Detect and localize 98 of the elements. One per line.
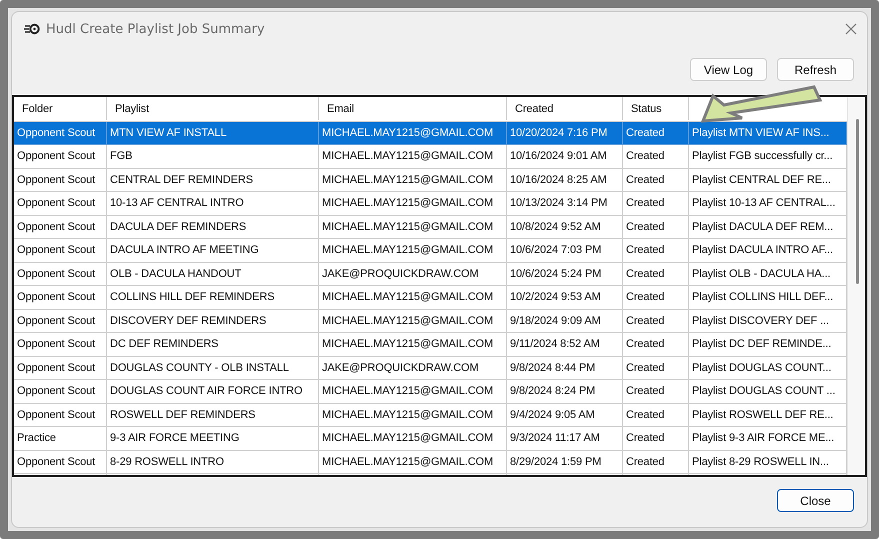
- table-cell: Created: [623, 286, 689, 310]
- table-row[interactable]: Opponent Scout DACULA INTRO AF MEETING MICHAEL.MAY1215@GMAIL.COM 10/6/2024 7:03 PM Created Playlist DACULA INTRO AF...: [14, 239, 847, 262]
- table-cell: Opponent Scout: [14, 122, 107, 145]
- table-cell: Created: [623, 310, 689, 333]
- table-cell: Opponent Scout: [14, 404, 107, 427]
- table-cell: CENTRAL DEF REMINDERS: [107, 168, 319, 192]
- table-cell: 10/2/2024 9:53 AM: [507, 286, 623, 310]
- table-cell: Created: [623, 450, 689, 474]
- table-cell: 8/29/2024 1:59 PM: [507, 450, 623, 474]
- app-logo-icon: [24, 23, 40, 35]
- table-row[interactable]: Opponent Scout ROSWELL DEF REMINDERS MICHAEL.MAY1215@GMAIL.COM 9/4/2024 9:05 AM Created Playlist ROSWELL DEF RE...: [14, 404, 847, 427]
- table-cell: Opponent Scout: [14, 192, 107, 216]
- table-cell: MICHAEL.MAY1215@GMAIL.COM: [319, 310, 507, 333]
- table-cell: Opponent Scout: [14, 356, 107, 380]
- table-row[interactable]: Opponent Scout 8-29 ROSWELL INTRO MICHAEL.MAY1215@GMAIL.COM 8/29/2024 1:59 PM Created Playlist 8-29 ROSWELL IN...: [14, 450, 847, 474]
- table-cell: Opponent Scout: [14, 450, 107, 474]
- table-cell: MICHAEL.MAY1215@GMAIL.COM: [319, 192, 507, 216]
- table-row[interactable]: Opponent Scout OLB - DACULA HANDOUT JAKE@PROQUICKDRAW.COM 10/6/2024 5:24 PM Created Playlist OLB - DACULA HA...: [14, 262, 847, 286]
- table-cell: 10/16/2024 9:01 AM: [507, 145, 623, 168]
- window-title: Hudl Create Playlist Job Summary: [46, 22, 266, 36]
- table-cell: COLLINS HILL DEF REMINDERS: [107, 286, 319, 310]
- table-cell: Created: [623, 356, 689, 380]
- table-row[interactable]: Opponent Scout MTN VIEW AF INSTALL MICHAEL.MAY1215@GMAIL.COM 10/20/2024 7:16 PM Created Playlist MTN VIEW AF INS...: [14, 122, 847, 145]
- table-cell: 10/16/2024 8:25 AM: [507, 168, 623, 192]
- table-cell: ROSWELL DEF REMINDERS: [107, 404, 319, 427]
- table-cell: Playlist MTN VIEW AF INS...: [689, 122, 847, 145]
- table-cell: 9/3/2024 11:17 AM: [507, 427, 623, 450]
- table-cell: 9/8/2024 8:24 PM: [507, 380, 623, 404]
- table-row[interactable]: Opponent Scout FGB MICHAEL.MAY1215@GMAIL.COM 10/16/2024 9:01 AM Created Playlist FGB successfully cr...: [14, 145, 847, 168]
- table-cell: JAKE@PROQUICKDRAW.COM: [319, 262, 507, 286]
- table-cell: DACULA INTRO AF MEETING: [107, 239, 319, 262]
- table-cell: Practice: [14, 427, 107, 450]
- table-cell: DOUGLAS COUNTY - OLB INSTALL: [107, 356, 319, 380]
- table-cell: MICHAEL.MAY1215@GMAIL.COM: [319, 216, 507, 239]
- table-cell: MICHAEL.MAY1215@GMAIL.COM: [319, 168, 507, 192]
- table-cell: Opponent Scout: [14, 262, 107, 286]
- table-cell: 9/11/2024 8:52 AM: [507, 333, 623, 356]
- table-cell: MICHAEL.MAY1215@GMAIL.COM: [319, 239, 507, 262]
- table-cell: JAKE@PROQUICKDRAW.COM: [319, 356, 507, 380]
- table-cell: MICHAEL.MAY1215@GMAIL.COM: [319, 122, 507, 145]
- toolbar-button[interactable]: View Log: [690, 58, 767, 81]
- table-cell: 10-13 AF CENTRAL INTRO: [107, 192, 319, 216]
- table-cell: OLB - DACULA HANDOUT: [107, 262, 319, 286]
- table-cell: 9/4/2024 9:05 AM: [507, 404, 623, 427]
- table-cell: MICHAEL.MAY1215@GMAIL.COM: [319, 286, 507, 310]
- table-row[interactable]: Opponent Scout DISCOVERY DEF REMINDERS MICHAEL.MAY1215@GMAIL.COM 9/18/2024 9:09 AM Created Playlist DISCOVERY DEF ...: [14, 310, 847, 333]
- table-row[interactable]: Practice 9-3 AIR FORCE MEETING MICHAEL.MAY1215@GMAIL.COM 9/3/2024 11:17 AM Created Playlist 9-3 AIR FORCE ME...: [14, 427, 847, 450]
- table-cell: MICHAEL.MAY1215@GMAIL.COM: [319, 145, 507, 168]
- table-cell: Created: [623, 216, 689, 239]
- table-cell: FGB: [107, 145, 319, 168]
- table-cell: 9/8/2024 8:44 PM: [507, 356, 623, 380]
- table-cell: DISCOVERY DEF REMINDERS: [107, 310, 319, 333]
- table-cell: Opponent Scout: [14, 310, 107, 333]
- table-cell: DC DEF REMINDERS: [107, 333, 319, 356]
- table-row[interactable]: Opponent Scout DOUGLAS COUNT AIR FORCE INTRO MICHAEL.MAY1215@GMAIL.COM 9/8/2024 8:24 PM Created Playlist DOUGLAS COUNT ...: [14, 380, 847, 404]
- table-cell: Created: [623, 404, 689, 427]
- table-cell: Created: [623, 122, 689, 145]
- table-cell: MTN VIEW AF INSTALL: [107, 122, 319, 145]
- table-cell: Opponent Scout: [14, 145, 107, 168]
- close-button[interactable]: Close: [777, 489, 854, 512]
- close-icon[interactable]: [845, 23, 857, 35]
- table-cell: Opponent Scout: [14, 216, 107, 239]
- table-cell: 8-29 ROSWELL INTRO: [107, 450, 319, 474]
- table-cell: MICHAEL.MAY1215@GMAIL.COM: [319, 427, 507, 450]
- table-cell: MICHAEL.MAY1215@GMAIL.COM: [319, 404, 507, 427]
- table-cell: Created: [623, 145, 689, 168]
- table-cell: DACULA DEF REMINDERS: [107, 216, 319, 239]
- table-cell: 10/8/2024 9:52 AM: [507, 216, 623, 239]
- table-row[interactable]: Opponent Scout COLLINS HILL DEF REMINDERS MICHAEL.MAY1215@GMAIL.COM 10/2/2024 9:53 AM Created Playlist COLLINS HILL DEF...: [14, 286, 847, 310]
- table-row[interactable]: Opponent Scout CENTRAL DEF REMINDERS MICHAEL.MAY1215@GMAIL.COM 10/16/2024 8:25 AM Created Playlist CENTRAL DEF RE...: [14, 168, 847, 192]
- table-cell: Created: [623, 168, 689, 192]
- table-row[interactable]: Opponent Scout DOUGLAS COUNTY - OLB INSTALL JAKE@PROQUICKDRAW.COM 9/8/2024 8:44 PM Created Playlist DOUGLAS COUNT...: [14, 356, 847, 380]
- table-cell: 10/20/2024 7:16 PM: [507, 122, 623, 145]
- table-cell: MICHAEL.MAY1215@GMAIL.COM: [319, 333, 507, 356]
- table-cell: MICHAEL.MAY1215@GMAIL.COM: [319, 450, 507, 474]
- table-cell: Opponent Scout: [14, 333, 107, 356]
- table-cell: DOUGLAS COUNT AIR FORCE INTRO: [107, 380, 319, 404]
- table-cell: 9-3 AIR FORCE MEETING: [107, 427, 319, 450]
- table-cell: Created: [623, 380, 689, 404]
- table-cell: 10/13/2024 3:14 PM: [507, 192, 623, 216]
- table-cell: 10/6/2024 7:03 PM: [507, 239, 623, 262]
- table-cell: Created: [623, 192, 689, 216]
- scrollbar-thumb[interactable]: [856, 119, 859, 284]
- table-cell: MICHAEL.MAY1215@GMAIL.COM: [319, 380, 507, 404]
- table-cell: Created: [623, 333, 689, 356]
- table-cell: Created: [623, 239, 689, 262]
- table-cell: Opponent Scout: [14, 286, 107, 310]
- table-cell: Opponent Scout: [14, 168, 107, 192]
- table-cell: 10/6/2024 5:24 PM: [507, 262, 623, 286]
- table-row[interactable]: Opponent Scout DACULA DEF REMINDERS MICHAEL.MAY1215@GMAIL.COM 10/8/2024 9:52 AM Created Playlist DACULA DEF REM...: [14, 216, 847, 239]
- table-cell: 9/18/2024 9:09 AM: [507, 310, 623, 333]
- table-row[interactable]: Opponent Scout 10-13 AF CENTRAL INTRO MICHAEL.MAY1215@GMAIL.COM 10/13/2024 3:14 PM Created Playlist 10-13 AF CENTRAL...: [14, 192, 847, 216]
- toolbar-button[interactable]: Refresh: [777, 58, 854, 81]
- table-cell: Opponent Scout: [14, 380, 107, 404]
- table-cell: Created: [623, 427, 689, 450]
- table-row[interactable]: Opponent Scout DC DEF REMINDERS MICHAEL.MAY1215@GMAIL.COM 9/11/2024 8:52 AM Created Playlist DC DEF REMINDE...: [14, 333, 847, 356]
- table-cell: Opponent Scout: [14, 239, 107, 262]
- table-cell: Created: [623, 262, 689, 286]
